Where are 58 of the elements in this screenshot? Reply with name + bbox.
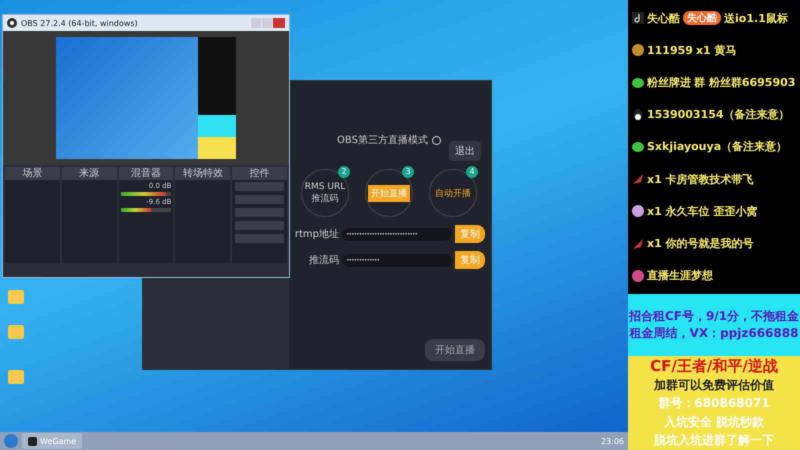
- exit-button[interactable]: 退出: [449, 141, 481, 161]
- window-title: OBS 27.2.4 (64-bit, windows): [21, 18, 139, 28]
- start-orb-icon[interactable]: [4, 434, 18, 448]
- gift-text: x1 黄马: [696, 42, 737, 58]
- gift-text: 群 粉丝群6695903: [694, 75, 796, 90]
- gift-text: Sxkjiayouya（备注来意）: [647, 139, 788, 154]
- penguin-icon: [632, 108, 644, 121]
- rocket-icon: [632, 238, 644, 250]
- start-button[interactable]: 开始直播: [425, 339, 485, 361]
- gift-text: 失心酷: [647, 10, 680, 26]
- ad-text: 脱坑入坑进群了解一下: [654, 432, 774, 450]
- control-button[interactable]: [235, 182, 284, 191]
- gift-text: 111959: [647, 44, 693, 57]
- chat-bubble-icon: [632, 76, 644, 89]
- field-label: 推流码: [308, 254, 339, 267]
- promo-text: 租金周结，VX：ppjz666888: [630, 325, 798, 342]
- dock-title: 控件: [232, 167, 287, 180]
- control-button[interactable]: [235, 195, 284, 204]
- folder-icon: [8, 290, 24, 304]
- rocket-icon: [632, 173, 644, 186]
- gift-text: 送io1.1鼠标: [724, 10, 788, 26]
- dock-title: 来源: [62, 167, 117, 180]
- promo-text: 招合租CF号，9/1分，不拖租金: [628, 308, 800, 325]
- name-badge: 失心酷: [683, 11, 721, 26]
- dock-title: 混音器: [118, 167, 174, 180]
- obs-logo-icon: [7, 18, 17, 28]
- step-number: 2: [338, 166, 350, 178]
- gift-text: 1539003154（备注来意）: [647, 107, 790, 122]
- field-label: rtmp地址: [294, 228, 339, 241]
- clock: 23:06: [600, 436, 624, 446]
- app-icon: [28, 436, 37, 446]
- ad-text: 加群可以免费评估价值: [654, 377, 774, 394]
- control-button[interactable]: [235, 234, 284, 243]
- step-number: 4: [466, 166, 478, 178]
- gift-text: x1 卡房管教技术带飞: [647, 172, 754, 187]
- ad-text: 群号：680868071: [658, 395, 770, 412]
- ad-text: CF/王者/和平/逆战: [650, 356, 778, 376]
- step-number: 3: [402, 166, 414, 178]
- folder-icon: [8, 325, 24, 339]
- dock-title: 转场特效: [175, 167, 230, 180]
- chat-bubble-icon: [632, 140, 644, 153]
- taskbar-label: WeGame: [40, 436, 76, 446]
- window-controls-icon[interactable]: [251, 18, 285, 28]
- step-label: 自动开播: [435, 188, 471, 200]
- gift-text: x1 你的号就是我的号: [647, 236, 754, 252]
- mode-title: OBS第三方直播模式: [337, 134, 428, 147]
- gift-text: 直播生涯梦想: [647, 268, 713, 284]
- gift-text: x1 永久车位 歪歪小窝: [647, 204, 758, 219]
- control-button[interactable]: [235, 221, 284, 230]
- gift-text: 粉丝牌进: [647, 75, 691, 90]
- ad-text: 入坑安全 脱坑秒款: [664, 414, 764, 431]
- control-button[interactable]: [235, 208, 284, 217]
- dock-title: 场景: [5, 167, 60, 180]
- music-note-icon: [632, 12, 644, 24]
- folder-icon: [8, 370, 24, 384]
- help-icon: [432, 136, 441, 144]
- step-label: RMS URL: [304, 182, 346, 192]
- step-label: 推流码: [312, 192, 338, 204]
